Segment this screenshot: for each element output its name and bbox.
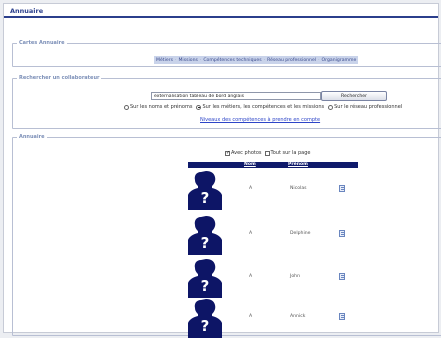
tab-separator: ·: [174, 57, 177, 63]
radio-network[interactable]: Sur le réseau professionnel: [328, 104, 402, 110]
tab-separator: ·: [318, 57, 320, 63]
table-header: Nom Prénom: [188, 162, 358, 168]
document-icon[interactable]: [339, 313, 345, 320]
search-input[interactable]: [151, 92, 321, 100]
page: Annuaire Cartes Annuaire Métiers · Missio…: [3, 3, 441, 338]
search-button[interactable]: Rechercher: [321, 91, 387, 101]
radio-skills-label: Sur les métiers, les compétences et les …: [202, 104, 325, 110]
person-placeholder-icon: ?: [188, 299, 222, 338]
column-header-prenom[interactable]: Prénom: [288, 162, 308, 168]
page-title: Annuaire: [10, 7, 44, 15]
person-placeholder-icon: ?: [188, 216, 222, 255]
cartes-tabs: Métiers · Missions · Compétences technique…: [154, 56, 359, 64]
annuaire-legend: Annuaire: [19, 134, 45, 140]
competence-levels-link[interactable]: Niveaux des compétences à prendre en com…: [200, 117, 320, 123]
table-row: ? A Annick: [188, 298, 358, 338]
table-row: ? A John: [188, 258, 358, 298]
svg-text:?: ?: [201, 189, 210, 207]
with-photos-label: Avec photos: [231, 150, 262, 156]
all-on-page-label: Tout sur la page: [270, 150, 311, 156]
table-row: ? A Nicolas: [188, 170, 358, 210]
search-scope-group: Sur les noms et prénoms Sur les métiers,…: [124, 104, 406, 110]
radio-skills[interactable]: Sur les métiers, les compétences et les …: [196, 104, 324, 110]
radio-names[interactable]: Sur les noms et prénoms: [124, 104, 192, 110]
all-on-page-checkbox[interactable]: [264, 150, 270, 156]
radio-indicator[interactable]: [196, 104, 202, 110]
tab-missions[interactable]: Missions: [178, 58, 197, 63]
document-icon[interactable]: [339, 230, 345, 237]
document-icon[interactable]: [339, 273, 345, 280]
tab-organigramme[interactable]: Organigramme: [322, 58, 357, 63]
person-placeholder-icon: ?: [188, 171, 222, 210]
tab-separator: ·: [263, 57, 266, 63]
tab-metiers[interactable]: Métiers: [156, 58, 173, 63]
cell-prenom[interactable]: Delphine: [290, 231, 310, 236]
svg-text:?: ?: [201, 234, 210, 252]
cell-nom: A: [249, 186, 253, 191]
radio-names-label: Sur les noms et prénoms: [130, 104, 193, 110]
search-legend: Rechercher un collaborateur: [19, 75, 100, 81]
cartes-annuaire-panel: Cartes Annuaire Métiers · Missions · Compé…: [12, 40, 441, 67]
cell-nom: A: [249, 274, 253, 279]
annuaire-panel: Annuaire Avec photos Tout sur la page No…: [12, 134, 441, 338]
with-photos-option[interactable]: Avec photos: [225, 150, 262, 156]
search-panel: Rechercher un collaborateur Rechercher S…: [12, 75, 441, 129]
cell-prenom[interactable]: Nicolas: [290, 186, 307, 191]
tab-competences-techniques[interactable]: Compétences techniques: [203, 58, 261, 63]
cell-prenom[interactable]: Annick: [290, 314, 305, 319]
cartes-annuaire-legend: Cartes Annuaire: [19, 40, 65, 46]
radio-indicator[interactable]: [328, 104, 334, 110]
all-on-page-option[interactable]: Tout sur la page: [264, 150, 311, 156]
cell-nom: A: [249, 314, 253, 319]
tab-separator: ·: [199, 57, 202, 63]
table-row: ? A Delphine: [188, 215, 358, 255]
column-header-nom[interactable]: Nom: [244, 162, 256, 168]
document-icon[interactable]: [339, 185, 345, 192]
title-bar: Annuaire: [4, 4, 438, 18]
person-placeholder-icon: ?: [188, 259, 222, 298]
cell-nom: A: [249, 231, 253, 236]
with-photos-checkbox[interactable]: [225, 150, 230, 156]
tab-reseau-professionnel[interactable]: Réseau professionnel: [267, 58, 316, 63]
svg-text:?: ?: [201, 277, 210, 295]
display-options: Avec photos Tout sur la page: [225, 150, 313, 156]
cell-prenom[interactable]: John: [290, 274, 300, 279]
radio-network-label: Sur le réseau professionnel: [334, 104, 403, 110]
svg-text:?: ?: [201, 317, 210, 335]
radio-indicator[interactable]: [124, 104, 129, 110]
